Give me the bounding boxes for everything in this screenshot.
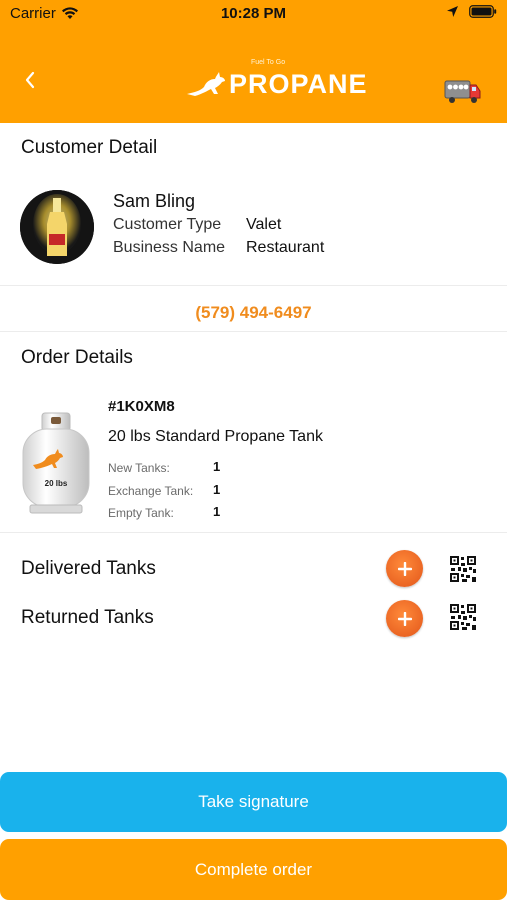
plus-icon xyxy=(397,611,412,626)
divider xyxy=(0,285,507,286)
battery-icon xyxy=(469,5,497,18)
chevron-left-icon xyxy=(25,71,35,89)
delivery-truck-icon xyxy=(444,80,481,103)
add-returned-tank-button[interactable] xyxy=(386,600,423,637)
divider xyxy=(0,331,507,332)
status-time: 10:28 PM xyxy=(220,5,287,22)
kangaroo-logo-icon xyxy=(187,72,225,96)
customer-detail-title: Customer Detail xyxy=(21,137,158,158)
order-id: #1K0XM8 xyxy=(108,398,175,415)
customer-type-value: Valet xyxy=(246,216,282,233)
new-tanks-label: New Tanks: xyxy=(108,461,170,475)
customer-avatar xyxy=(20,190,94,264)
customer-name: Sam Bling xyxy=(113,191,196,211)
scan-returned-qr-button[interactable] xyxy=(449,603,477,631)
order-details-title: Order Details xyxy=(21,347,133,368)
propane-tank-icon xyxy=(22,412,90,514)
logo-tagline: Fuel To Go xyxy=(251,59,286,66)
qr-code-icon xyxy=(449,555,477,583)
app-logo: Fuel To Go PROPANE xyxy=(185,59,367,102)
business-name-row: Business Name Restaurant xyxy=(113,239,324,257)
location-arrow-icon xyxy=(447,6,458,17)
take-signature-button[interactable]: Take signature xyxy=(0,772,507,832)
delivered-tanks-label: Delivered Tanks xyxy=(21,558,156,579)
nav-bar: Fuel To Go PROPANE xyxy=(0,28,507,123)
exchange-tank-label: Exchange Tank: xyxy=(108,484,194,498)
propane-tank-image: 20 lbs xyxy=(20,411,92,515)
back-button[interactable] xyxy=(16,66,44,94)
exchange-tank-value: 1 xyxy=(213,482,221,497)
product-name: 20 lbs Standard Propane Tank xyxy=(108,428,323,445)
delivery-truck-button[interactable] xyxy=(444,76,482,106)
avatar-photo xyxy=(20,190,94,264)
business-name-value: Restaurant xyxy=(246,239,325,256)
logo-text: PROPANE xyxy=(229,69,368,99)
complete-order-button[interactable]: Complete order xyxy=(0,839,507,900)
business-name-label: Business Name xyxy=(113,239,226,256)
status-right xyxy=(446,5,497,18)
divider xyxy=(0,532,507,533)
scan-delivered-qr-button[interactable] xyxy=(449,555,477,583)
new-tanks-value: 1 xyxy=(213,459,221,474)
customer-type-label: Customer Type xyxy=(113,216,222,233)
status-bar: Carrier 10:28 PM xyxy=(0,0,507,28)
empty-tank-label: Empty Tank: xyxy=(108,506,174,520)
customer-phone-link[interactable]: (579) 494-6497 xyxy=(0,303,507,323)
qr-code-icon xyxy=(449,603,477,631)
customer-type-row: Customer Type Valet xyxy=(113,216,281,234)
add-delivered-tank-button[interactable] xyxy=(386,550,423,587)
empty-tank-value: 1 xyxy=(213,504,221,519)
tank-size-label: 20 lbs xyxy=(44,479,68,488)
plus-icon xyxy=(397,561,412,576)
returned-tanks-label: Returned Tanks xyxy=(21,607,154,628)
